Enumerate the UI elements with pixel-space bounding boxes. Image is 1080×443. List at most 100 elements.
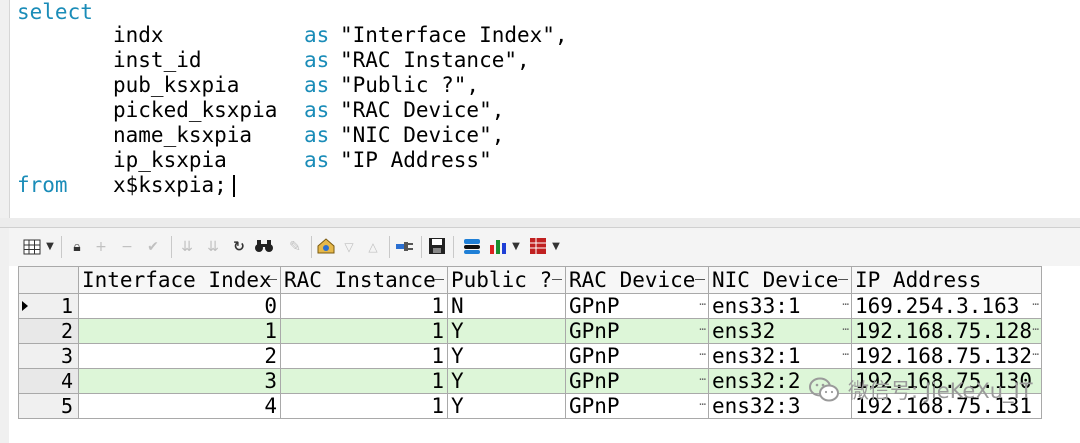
watermark-text: 微信号: JieKeXu_IT <box>848 379 1033 403</box>
cell-text: 169.254.3.163 <box>855 294 1020 318</box>
find-binoculars-icon[interactable] <box>253 237 275 257</box>
delete-record-icon[interactable]: − <box>119 237 135 257</box>
cell-rac-instance[interactable]: 1 <box>280 343 448 369</box>
cell-nic-device[interactable]: ens33:1 … <box>708 293 852 319</box>
column-header-rac-device[interactable]: RAC Device <box>565 266 709 294</box>
cell-interface-index[interactable]: 2 <box>78 343 281 369</box>
row-number[interactable]: 2 <box>18 318 79 344</box>
cell-rac-instance[interactable]: 1 <box>280 393 448 419</box>
column-header-nic-device[interactable]: NIC Device <box>708 266 852 294</box>
sort-desc-icon[interactable]: ▽ <box>341 237 357 257</box>
add-record-icon[interactable]: + <box>93 237 109 257</box>
cell-ellipsis-icon[interactable]: … <box>699 370 706 390</box>
row-number[interactable]: 3 <box>18 343 79 369</box>
keyword-as: as <box>304 23 330 47</box>
cell-ip-address[interactable]: 169.254.3.163 … <box>851 293 1042 319</box>
cell-ellipsis-icon[interactable]: … <box>699 395 706 415</box>
cell-text: ens32 <box>712 319 776 343</box>
cell-rac-device[interactable]: GPnP… <box>565 343 709 369</box>
result-grid[interactable]: Interface Index RAC Instance Public ? RA… <box>9 266 1080 443</box>
cell-ellipsis-icon[interactable]: … <box>1032 320 1039 340</box>
cell-rac-instance[interactable]: 1 <box>280 318 448 344</box>
clear-filter-icon[interactable]: ✎ <box>285 237 305 257</box>
chevron-down-icon[interactable]: ▼ <box>511 237 521 257</box>
toolbar-separator <box>61 236 62 258</box>
fetch-all-icon[interactable]: ⇊ <box>203 237 223 257</box>
cell-nic-device[interactable]: ens32:1 … <box>708 343 852 369</box>
cell-rac-device[interactable]: GPnP … <box>565 393 709 419</box>
cell-nic-device[interactable]: ens32 … <box>708 318 852 344</box>
header-label: RAC Instance <box>284 268 436 292</box>
refresh-icon[interactable]: ↻ <box>231 237 247 257</box>
save-disk-icon[interactable] <box>427 237 447 257</box>
cell-text: ens33:1 <box>712 294 801 318</box>
cell-ellipsis-icon[interactable]: … <box>699 295 706 315</box>
table-row[interactable]: 3 2 1 Y GPnP… ens32:1 … 192.168.75.132… <box>18 343 1042 369</box>
chevron-down-icon[interactable]: ▼ <box>551 237 561 257</box>
code-line-indx: indx <box>113 23 164 48</box>
connect-plug-icon[interactable] <box>393 237 415 257</box>
sql-editor[interactable]: select indx as "Interface Index", inst_i… <box>0 0 1080 219</box>
column-header-rac-instance[interactable]: RAC Instance <box>280 266 448 294</box>
cell-text: GPnP <box>569 394 620 418</box>
code-line-select: select <box>17 0 93 25</box>
row-number[interactable]: 5 <box>18 393 79 419</box>
sort-asc-icon[interactable]: △ <box>365 237 381 257</box>
cell-public[interactable]: Y <box>447 318 566 344</box>
post-edit-icon[interactable]: ✔ <box>143 237 163 257</box>
cell-ellipsis-icon[interactable]: … <box>842 345 849 365</box>
chevron-down-icon[interactable]: ▼ <box>45 237 55 257</box>
cell-public[interactable]: N <box>447 293 566 319</box>
cell-rac-device[interactable]: GPnP… <box>565 368 709 394</box>
export-icon[interactable] <box>461 237 483 257</box>
cell-rac-instance[interactable]: 1 <box>280 293 448 319</box>
column-expr: pub_ksxpia <box>113 73 240 97</box>
fetch-next-icon[interactable]: ⇊ <box>177 237 197 257</box>
single-record-view-icon[interactable] <box>527 237 549 257</box>
lock-icon[interactable]: 🔒︎ <box>67 237 87 257</box>
code-line-from: x$ksxpia; <box>113 173 235 198</box>
cell-interface-index[interactable]: 0 <box>78 293 281 319</box>
cell-rac-device[interactable]: GPnP… <box>565 318 709 344</box>
cell-ellipsis-icon[interactable]: … <box>1032 295 1039 315</box>
cell-interface-index[interactable]: 3 <box>78 368 281 394</box>
cell-ellipsis-icon[interactable]: … <box>842 320 849 340</box>
column-alias: "IP Address" <box>340 148 492 172</box>
query-by-example-icon[interactable] <box>315 237 337 257</box>
chart-icon[interactable] <box>487 237 509 257</box>
grid-view-icon[interactable] <box>21 237 43 257</box>
keyword-select: select <box>17 0 93 24</box>
column-alias: "Public ?", <box>340 73 480 97</box>
cell-text: ens32:1 <box>712 344 801 368</box>
cell-ellipsis-icon[interactable]: … <box>699 320 706 340</box>
cell-rac-instance[interactable]: 1 <box>280 368 448 394</box>
header-label: Interface Index <box>82 268 272 292</box>
row-number[interactable]: 4 <box>18 368 79 394</box>
cell-rac-device[interactable]: GPnP… <box>565 293 709 319</box>
cell-ellipsis-icon[interactable]: … <box>699 345 706 365</box>
table-row[interactable]: 1 0 1 N GPnP… ens33:1 … 169.254.3.163 … <box>18 293 1042 319</box>
cell-public[interactable]: Y <box>447 393 566 419</box>
keyword-as: as <box>304 48 330 72</box>
cell-ellipsis-icon[interactable]: … <box>842 295 849 315</box>
column-header-public[interactable]: Public ? <box>447 266 566 294</box>
row-number[interactable]: 1 <box>18 293 79 319</box>
cell-public[interactable]: Y <box>447 368 566 394</box>
table-row[interactable]: 2 1 1 Y GPnP… ens32 … 192.168.75.128… <box>18 318 1042 344</box>
header-sep <box>434 279 444 280</box>
column-header-ip-address[interactable]: IP Address <box>851 266 1042 294</box>
cell-public[interactable]: Y <box>447 343 566 369</box>
header-label: RAC Device <box>569 268 696 292</box>
toolbar-separator <box>389 236 390 258</box>
keyword-as: as <box>304 148 330 172</box>
cell-interface-index[interactable]: 4 <box>78 393 281 419</box>
pane-splitter[interactable] <box>0 218 1080 228</box>
column-header-interface-index[interactable]: Interface Index <box>78 266 281 294</box>
toolbar-separator <box>311 236 312 258</box>
text-caret <box>232 175 235 197</box>
cell-ellipsis-icon[interactable]: … <box>1032 345 1039 365</box>
column-expr: name_ksxpia <box>113 123 253 147</box>
cell-ip-address[interactable]: 192.168.75.132… <box>851 343 1042 369</box>
cell-ip-address[interactable]: 192.168.75.128… <box>851 318 1042 344</box>
cell-interface-index[interactable]: 1 <box>78 318 281 344</box>
